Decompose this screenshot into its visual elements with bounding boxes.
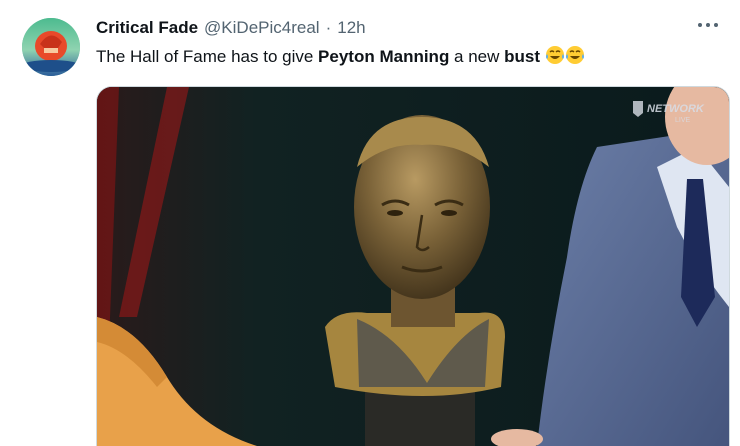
tweet-text: The Hall of Fame has to give Peyton Mann… bbox=[96, 45, 585, 70]
bold-name: Peyton Manning bbox=[318, 47, 450, 66]
more-horizontal-icon[interactable] bbox=[694, 14, 722, 34]
tweet-media-image[interactable]: NETWORK LIVE bbox=[96, 86, 730, 446]
tweet-text-part: a new bbox=[449, 47, 505, 66]
tweet-header: Critical Fade @KiDePic4real · 12h bbox=[96, 18, 366, 40]
network-watermark: NETWORK bbox=[647, 103, 705, 115]
display-name[interactable]: Critical Fade bbox=[96, 18, 198, 38]
bold-word: bust bbox=[504, 47, 541, 66]
tears-of-joy-emoji-icon bbox=[545, 45, 565, 70]
tweet-card[interactable]: Critical Fade @KiDePic4real · 12h The Ha… bbox=[0, 0, 740, 446]
live-watermark: LIVE bbox=[675, 117, 691, 124]
avatar[interactable] bbox=[22, 18, 80, 76]
timestamp[interactable]: 12h bbox=[337, 18, 365, 38]
user-handle[interactable]: @KiDePic4real bbox=[204, 18, 320, 38]
tears-of-joy-emoji-icon bbox=[565, 45, 585, 70]
separator-dot: · bbox=[325, 18, 332, 37]
tweet-text-part: The Hall of Fame has to give bbox=[96, 47, 319, 66]
